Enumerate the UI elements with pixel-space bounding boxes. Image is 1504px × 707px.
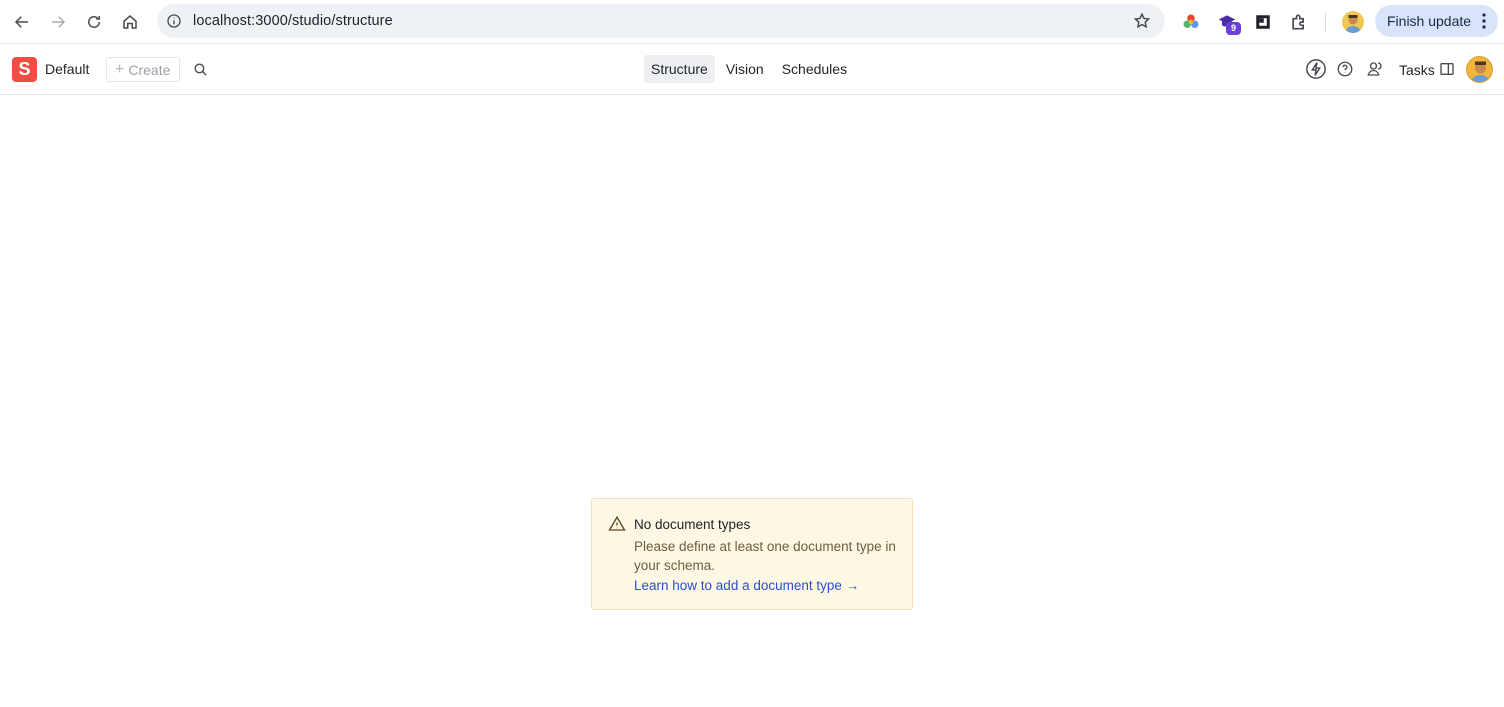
panel-toggle-icon[interactable] (1436, 58, 1458, 80)
learn-document-type-link[interactable]: Learn how to add a document type → (634, 578, 859, 593)
plus-icon: + (115, 60, 125, 78)
address-bar[interactable]: localhost:3000/studio/structure (157, 4, 1165, 38)
tab-schedules[interactable]: Schedules (775, 55, 854, 83)
workspace-name[interactable]: Default (45, 61, 89, 77)
tasks-label[interactable]: Tasks (1399, 62, 1435, 78)
extension-badge: 9 (1226, 22, 1241, 35)
back-button[interactable] (8, 8, 36, 36)
tab-structure[interactable]: Structure (644, 55, 715, 83)
home-icon (123, 15, 137, 29)
reload-button[interactable] (80, 8, 108, 36)
bookmark-star-icon[interactable] (1133, 12, 1151, 30)
search-icon[interactable] (192, 61, 209, 78)
user-avatar[interactable] (1466, 56, 1493, 83)
square-extension-icon[interactable] (1252, 11, 1274, 33)
help-icon[interactable] (1334, 58, 1356, 80)
no-document-types-notice: No document types Please define at least… (591, 498, 913, 610)
tab-vision[interactable]: Vision (719, 55, 771, 83)
create-label: Create (128, 61, 171, 78)
arrow-left-icon (14, 16, 28, 28)
home-button[interactable] (116, 8, 144, 36)
forward-button[interactable] (44, 8, 72, 36)
color-extension-icon[interactable] (1180, 11, 1202, 33)
reload-icon (88, 16, 100, 28)
site-info-icon[interactable] (166, 13, 182, 29)
finish-update-button[interactable]: Finish update (1375, 5, 1498, 37)
studio-logo-icon[interactable]: S (12, 57, 37, 82)
presence-users-icon[interactable] (1364, 58, 1386, 80)
notice-description: Please define at least one document type… (634, 539, 896, 573)
studio-navbar: S Default + Create Structure Vision Sche… (0, 45, 1504, 95)
arrow-right-icon (52, 16, 66, 28)
finish-update-label: Finish update (1387, 13, 1472, 29)
notice-title: No document types (634, 517, 751, 532)
profile-avatar-icon[interactable] (1342, 11, 1364, 33)
tool-tabs: Structure Vision Schedules (644, 55, 854, 83)
lightning-icon[interactable] (1305, 58, 1327, 80)
toolbar-separator (1325, 13, 1326, 31)
warning-icon (608, 515, 626, 531)
puzzle-extensions-icon[interactable] (1288, 11, 1310, 33)
url-text[interactable]: localhost:3000/studio/structure (193, 13, 393, 29)
create-button[interactable]: + Create (106, 57, 180, 82)
more-vert-icon (1482, 13, 1486, 29)
browser-toolbar: localhost:3000/studio/structure 9 Finish… (0, 0, 1504, 44)
